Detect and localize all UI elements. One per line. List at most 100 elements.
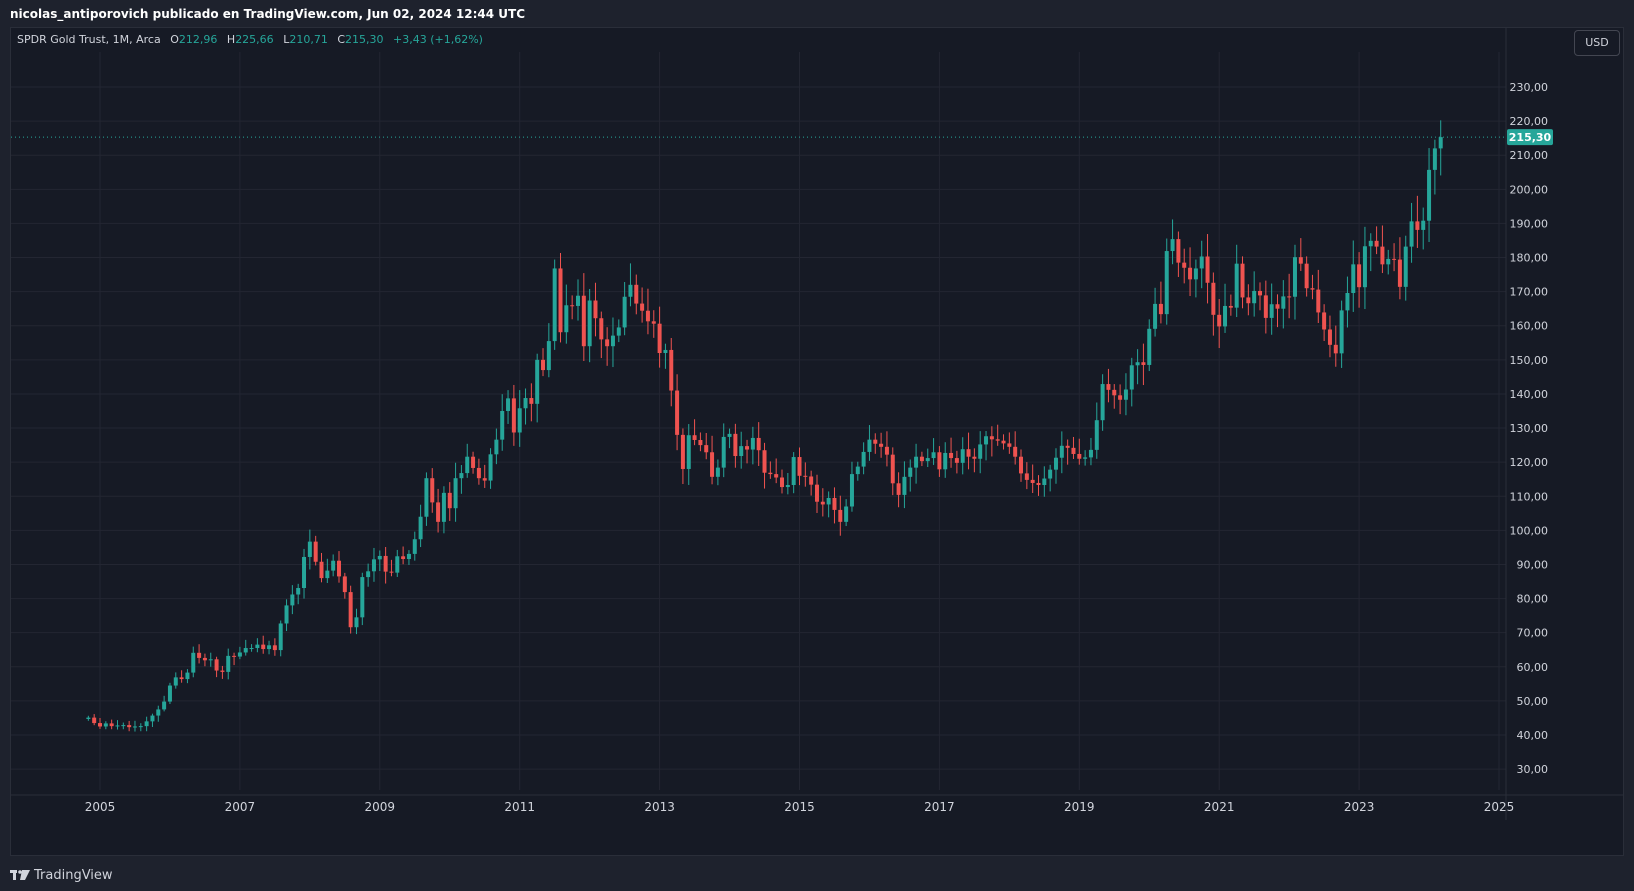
candle-body (890, 454, 895, 484)
candle-body (715, 467, 720, 477)
candle-body (756, 437, 761, 451)
candle-body (814, 484, 819, 502)
candle-body (575, 295, 580, 306)
candle-body (1374, 240, 1379, 247)
candle-body (243, 648, 248, 653)
candle-body (844, 506, 849, 522)
candle-body (669, 349, 674, 391)
candle-body (780, 477, 785, 488)
candle-body (471, 456, 476, 468)
y-tick-label: 160,00 (1510, 320, 1549, 333)
candle-body (1205, 256, 1210, 283)
candle-body (255, 644, 260, 649)
candle-body (1432, 148, 1437, 170)
y-tick-label: 100,00 (1510, 524, 1549, 537)
candle-body (1129, 365, 1134, 390)
candle-body (401, 556, 406, 560)
candle-body (132, 726, 137, 728)
candle-body (465, 456, 470, 474)
candle-body (1403, 246, 1408, 287)
candle-body (1147, 328, 1152, 365)
y-tick-label: 200,00 (1510, 183, 1549, 196)
y-tick-label: 130,00 (1510, 422, 1549, 435)
candle-body (803, 475, 808, 477)
candle-body (302, 556, 307, 589)
candle-body (1258, 290, 1263, 296)
candle-body (902, 476, 907, 495)
y-tick-label: 90,00 (1517, 558, 1549, 571)
candle-body (109, 723, 114, 727)
candle-body (587, 300, 592, 347)
candle-body (610, 335, 615, 347)
candle-body (261, 644, 266, 650)
candle-body (949, 452, 954, 459)
candle-body (1263, 295, 1268, 318)
candle-body (873, 439, 878, 444)
candle-body (1193, 268, 1198, 280)
candle-body (1106, 384, 1111, 390)
candle-body (605, 339, 610, 347)
y-tick-label: 170,00 (1510, 286, 1549, 299)
candle-body (1188, 267, 1193, 280)
candle-body (1386, 258, 1391, 265)
y-tick-label: 80,00 (1517, 593, 1549, 606)
candle-body (1380, 246, 1385, 265)
candle-body (826, 497, 831, 505)
candle-body (972, 456, 977, 459)
time-axis: 2005 2007 2009 2011 2013 2015 2017 2019 2021 2023… (11, 794, 1623, 814)
candle-body (220, 670, 225, 672)
candle-body (1036, 482, 1041, 486)
candle-body (436, 502, 441, 522)
candle-body (785, 485, 790, 488)
x-tick-label: 2005 (85, 800, 116, 814)
candle-body (296, 588, 301, 595)
candlestick-chart[interactable]: 215,30 30,00 40,00 50,00 60,00 70,00 80,00 90,… (0, 0, 1634, 891)
candle-body (1298, 257, 1303, 264)
candle-body (424, 478, 429, 517)
candle-body (1007, 443, 1012, 447)
candle-body (919, 456, 924, 462)
y-tick-label: 110,00 (1510, 490, 1549, 503)
candle-body (1217, 314, 1222, 327)
candle-body (284, 605, 289, 624)
candle-body (570, 305, 575, 307)
candle-body (1071, 447, 1076, 454)
tradingview-logo[interactable]: TradingView (10, 868, 113, 883)
candle-body (739, 446, 744, 457)
candle-body (115, 725, 120, 727)
candle-body (552, 268, 557, 342)
candle-body (1351, 264, 1356, 293)
candle-body (1158, 303, 1163, 315)
candle-body (208, 659, 213, 661)
candle-body (768, 472, 773, 475)
candle-body (342, 576, 347, 593)
candle-body (272, 645, 277, 651)
candle-body (1427, 169, 1432, 221)
candle-body (675, 390, 680, 435)
candle-body (1042, 478, 1047, 486)
candle-body (1123, 389, 1128, 400)
x-tick-label: 2009 (365, 800, 396, 814)
open-value: 212,96 (178, 33, 218, 46)
candle-body (546, 341, 551, 371)
close-value: 215,30 (345, 33, 384, 46)
candle-body (914, 456, 919, 468)
currency-button[interactable]: USD (1574, 30, 1620, 56)
candle-body (156, 709, 161, 716)
candle-body (395, 556, 400, 573)
last-price-line: 215,30 (11, 129, 1553, 146)
candle-body (645, 310, 650, 322)
chart-grid (11, 52, 1506, 790)
candle-body (1059, 445, 1064, 458)
candle-body (366, 571, 371, 578)
candle-body (1083, 457, 1088, 459)
candle-body (1240, 263, 1245, 298)
candle-body (348, 592, 353, 628)
candle-body (1182, 262, 1187, 268)
candle-body (98, 723, 102, 727)
candle-body (331, 560, 336, 571)
candle-body (1287, 296, 1292, 298)
candle-body (1019, 456, 1024, 474)
candle-body (1409, 221, 1414, 247)
candle-body (954, 458, 959, 463)
